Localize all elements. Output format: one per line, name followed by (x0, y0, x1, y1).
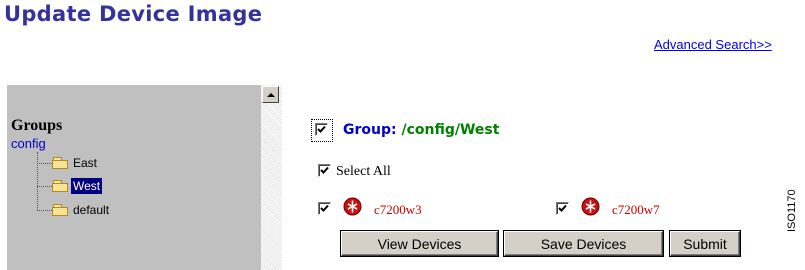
router-icon (581, 197, 600, 216)
folder-icon (52, 204, 69, 216)
page-title: Update Device Image (4, 2, 263, 26)
advanced-search-link[interactable]: Advanced Search>> (654, 37, 772, 52)
checkmark-icon (317, 125, 326, 133)
tree-branch-line (37, 185, 52, 187)
save-devices-button[interactable]: Save Devices (504, 231, 663, 256)
group-path: /config/West (401, 122, 500, 138)
tree-item-label: West (71, 178, 103, 194)
folder-icon (52, 157, 69, 169)
submit-button[interactable]: Submit (670, 231, 740, 256)
figure-id: ISO1170 (786, 189, 798, 232)
select-all-checkbox[interactable] (318, 164, 331, 177)
tree-item-label: East (73, 156, 98, 170)
checkmark-icon (558, 204, 567, 212)
checkmark-icon (320, 166, 329, 174)
checkmark-icon (320, 204, 329, 212)
folder-icon (52, 180, 69, 192)
scroll-up-arrow-icon[interactable] (262, 86, 279, 103)
tree-item-default[interactable]: default (37, 201, 111, 219)
group-label-prefix: Group: (343, 122, 397, 138)
view-devices-button[interactable]: View Devices (341, 231, 498, 256)
groups-title: Groups (11, 117, 63, 134)
group-checkbox[interactable] (315, 123, 328, 136)
tree-item-east[interactable]: East (37, 154, 99, 172)
tree-item-west[interactable]: West (37, 177, 103, 195)
groups-root-config[interactable]: config (11, 136, 46, 151)
tree-item-label: default (73, 203, 110, 217)
tree-branch-line (37, 209, 52, 211)
device-checkbox-c7200w3[interactable] (318, 202, 331, 215)
router-icon (343, 197, 362, 216)
group-label: Group: /config/West (343, 122, 499, 138)
select-all-label: Select All (336, 164, 391, 179)
device-name-c7200w7[interactable]: c7200w7 (612, 202, 660, 218)
device-name-c7200w3[interactable]: c7200w3 (374, 202, 422, 218)
device-checkbox-c7200w7[interactable] (556, 202, 569, 215)
groups-scrollbar[interactable] (261, 85, 282, 270)
tree-branch-line (37, 162, 52, 164)
